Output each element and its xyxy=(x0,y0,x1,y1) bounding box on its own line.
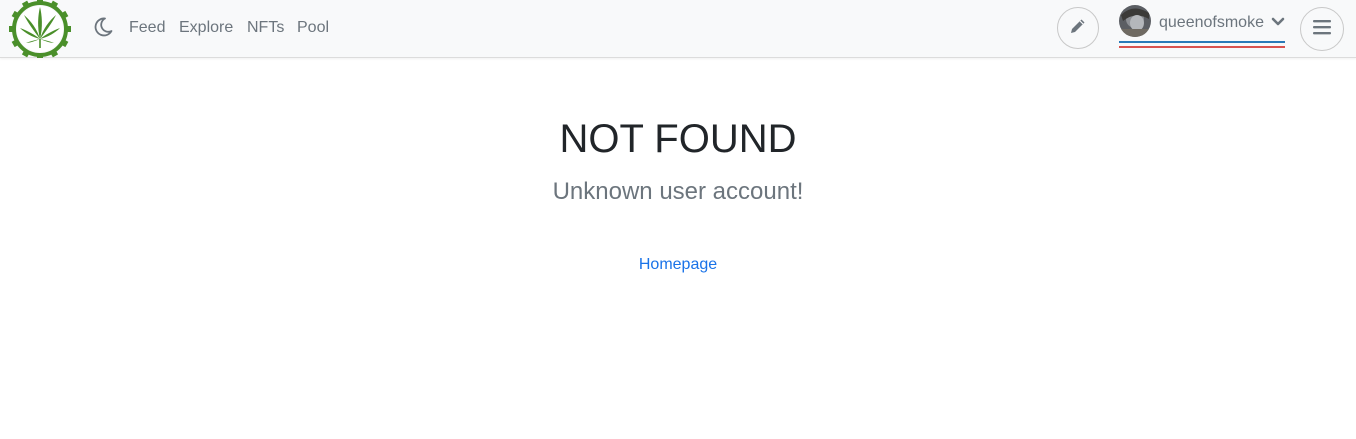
nav-link-nfts[interactable]: NFTs xyxy=(247,19,284,37)
hamburger-menu-icon xyxy=(1312,18,1332,41)
error-message: Unknown user account! xyxy=(552,178,804,205)
top-navbar: Feed Explore NFTs Pool queenofsmoke xyxy=(0,0,1356,60)
cannabis-leaf-logo[interactable] xyxy=(9,0,71,60)
nav-link-feed[interactable]: Feed xyxy=(129,19,165,37)
chevron-down-icon xyxy=(1271,15,1285,27)
avatar xyxy=(1119,5,1151,37)
nav-link-explore[interactable]: Explore xyxy=(179,19,233,37)
compose-button[interactable] xyxy=(1057,7,1099,49)
homepage-link[interactable]: Homepage xyxy=(639,256,717,273)
main-menu-button[interactable] xyxy=(1300,7,1344,51)
nav-link-pool[interactable]: Pool xyxy=(297,19,329,37)
homepage-link-container: Homepage xyxy=(0,256,1356,274)
user-status-bar-blue xyxy=(1119,41,1285,43)
username: queenofsmoke xyxy=(1159,14,1264,31)
page-title: NOT FOUND xyxy=(559,117,797,161)
moon-icon[interactable] xyxy=(92,16,114,38)
pencil-icon xyxy=(1068,16,1088,41)
user-menu-dropdown[interactable]: queenofsmoke xyxy=(1119,4,1285,50)
user-status-bar-red xyxy=(1119,46,1285,48)
